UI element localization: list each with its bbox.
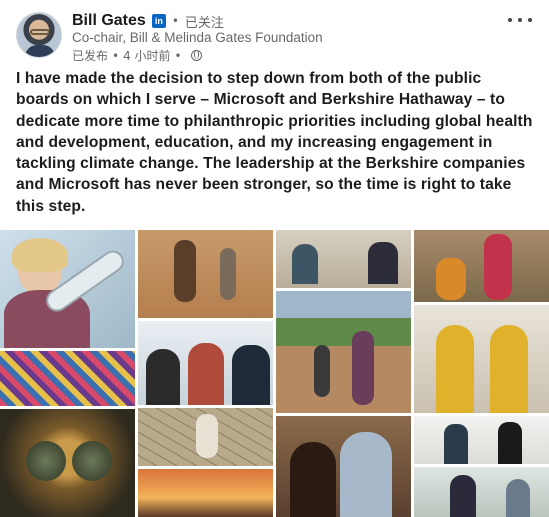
figure-hair	[12, 238, 68, 272]
mosquito-eye-left	[26, 441, 66, 481]
post-time: 4 小时前	[123, 49, 171, 63]
author-name-row: Bill Gates in • 已关注	[72, 10, 224, 32]
figure-woman-saree	[436, 258, 466, 300]
separator-dot: •	[112, 48, 120, 63]
photo-cracked-earth-farmer[interactable]	[138, 408, 273, 466]
menu-dot	[518, 18, 522, 22]
figure-adult	[352, 331, 374, 405]
post-header: Bill Gates in • 已关注 Co-chair, Bill & Mel…	[16, 10, 536, 64]
photo-lab-workers[interactable]	[414, 305, 549, 413]
post-meta: 已发布 • 4 小时前 •	[72, 47, 202, 64]
menu-dot	[508, 18, 512, 22]
figure-seated	[368, 242, 398, 284]
linkedin-badge-icon: in	[151, 14, 166, 28]
avatar-shirt	[25, 45, 55, 57]
figure-presenter	[444, 424, 468, 464]
photo-mosquito[interactable]	[0, 409, 135, 517]
photo-colorful-crowd[interactable]	[0, 351, 135, 406]
figure-student	[232, 345, 270, 405]
figure-student	[146, 349, 180, 405]
posted-label: 已发布	[72, 49, 109, 63]
figure-bill	[188, 343, 224, 405]
separator-dot: •	[174, 48, 182, 63]
figure-seated	[292, 244, 318, 284]
avatar-glasses	[30, 29, 50, 35]
more-options-icon[interactable]	[508, 12, 532, 28]
photo-gates-with-student[interactable]	[276, 416, 411, 517]
figure-lab-worker	[436, 325, 474, 413]
globe-icon	[190, 50, 202, 61]
photo-village-path-children[interactable]	[276, 291, 411, 413]
photo-students-laptops[interactable]	[138, 321, 273, 405]
photo-girl-prosthetic-arm[interactable]	[0, 230, 135, 348]
figure-child	[314, 345, 330, 397]
figure-farmer	[196, 414, 218, 458]
figure-person	[450, 475, 476, 517]
figure-lab-worker	[490, 325, 528, 413]
author-headline: Co-chair, Bill & Melinda Gates Foundatio…	[72, 30, 323, 45]
separator-dot: •	[171, 14, 179, 28]
photo-gates-at-table[interactable]	[276, 230, 411, 288]
author-avatar[interactable]	[16, 12, 62, 58]
figure-woman-saree	[484, 234, 512, 300]
author-name[interactable]: Bill Gates	[72, 12, 146, 30]
figure-walker	[174, 240, 196, 302]
post-text: I have made the decision to step down fr…	[16, 70, 533, 215]
figure-student-smiling	[290, 442, 336, 517]
photo-collage[interactable]	[0, 230, 549, 517]
photo-sunset-turbines[interactable]	[138, 469, 273, 517]
figure-listener	[498, 422, 522, 464]
follow-status[interactable]: 已关注	[185, 12, 224, 31]
menu-dot	[528, 18, 532, 22]
photo-women-farming[interactable]	[414, 230, 549, 302]
figure-bill-gates	[340, 432, 392, 517]
photo-women-walking-desert[interactable]	[138, 230, 273, 318]
mosquito-eye-right	[72, 441, 112, 481]
figure-person	[506, 479, 530, 517]
photo-whiteboard-discussion[interactable]	[414, 416, 549, 464]
photo-office-meeting[interactable]	[414, 467, 549, 517]
figure-walker	[220, 248, 236, 300]
